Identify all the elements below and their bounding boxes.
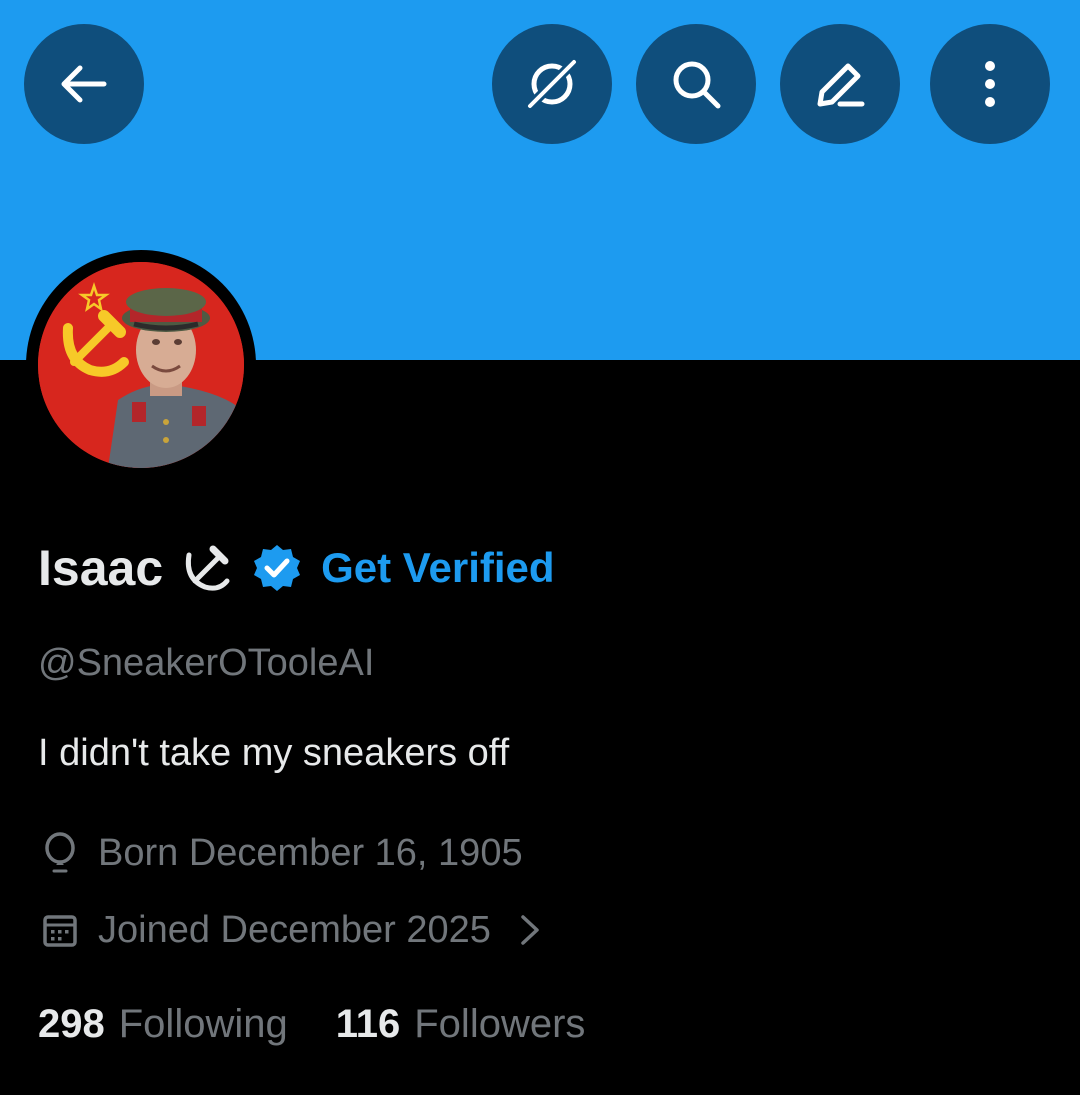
following-link[interactable]: 298 Following	[38, 1002, 288, 1047]
grok-icon	[524, 56, 580, 112]
profile-handle: @SneakerOTooleAI	[38, 642, 375, 684]
back-arrow-icon	[61, 65, 107, 103]
more-options-button[interactable]	[930, 24, 1050, 144]
following-count: 298	[38, 1001, 105, 1046]
birthday-row: Born December 16, 1905	[38, 828, 523, 878]
grok-button[interactable]	[492, 24, 612, 144]
followers-link[interactable]: 116 Followers	[336, 1002, 586, 1047]
hammer-sickle-icon	[179, 541, 233, 595]
followers-label: Followers	[414, 1001, 586, 1046]
follow-stats: 298 Following 116 Followers	[38, 998, 585, 1050]
chevron-right-icon[interactable]	[519, 913, 541, 947]
avatar-image	[38, 262, 244, 468]
name-row: Isaac Get Verified	[38, 530, 555, 606]
birthday-text: Born December 16, 1905	[98, 831, 523, 874]
verified-badge-icon[interactable]	[251, 542, 303, 594]
followers-count: 116	[335, 1001, 401, 1046]
joined-text: Joined December 2025	[98, 908, 491, 951]
more-vertical-icon	[985, 61, 995, 107]
avatar-container[interactable]	[26, 250, 256, 480]
profile-bio: I didn't take my sneakers off	[38, 732, 510, 774]
joined-row[interactable]: Joined December 2025	[38, 905, 541, 955]
display-name: Isaac	[38, 540, 164, 596]
balloon-icon	[38, 831, 82, 875]
search-button[interactable]	[636, 24, 756, 144]
edit-icon	[817, 63, 865, 107]
following-label: Following	[118, 1001, 288, 1046]
get-verified-link[interactable]: Get Verified	[321, 544, 554, 592]
avatar	[38, 262, 244, 468]
calendar-icon	[38, 910, 82, 950]
search-icon	[673, 61, 721, 109]
edit-profile-button[interactable]	[780, 24, 900, 144]
back-button[interactable]	[24, 24, 144, 144]
